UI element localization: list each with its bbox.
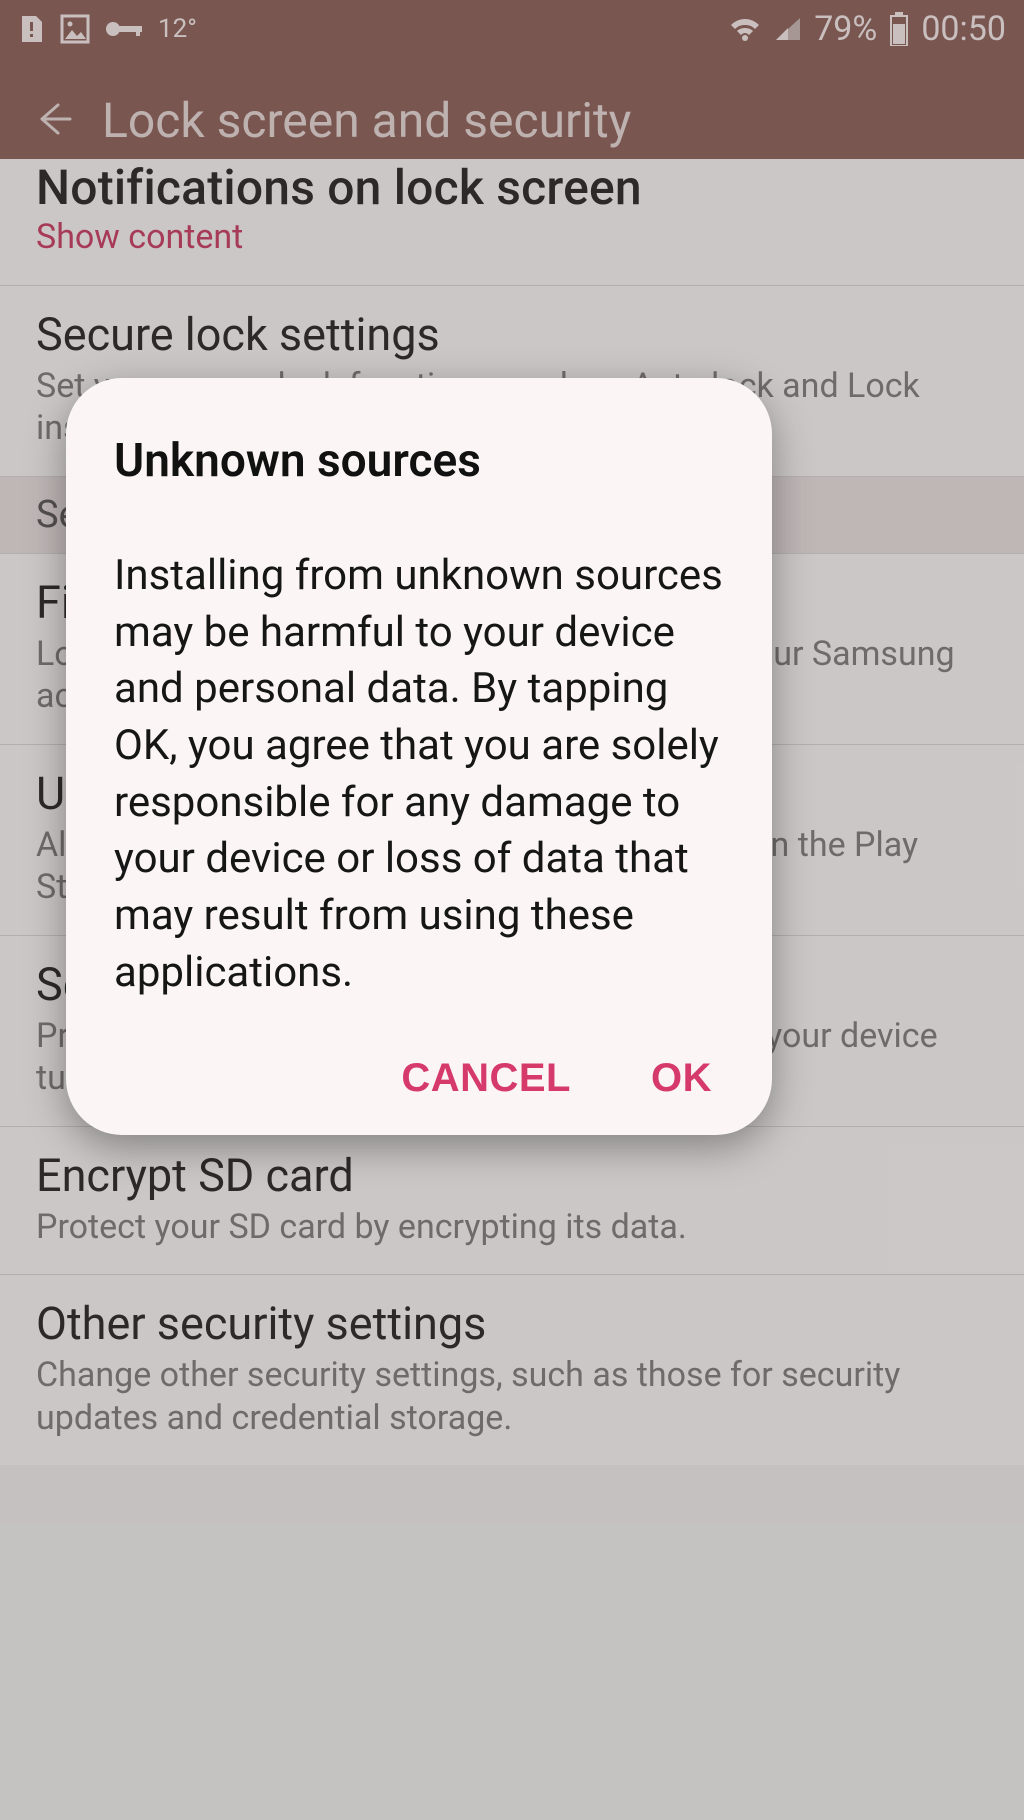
dialog-actions: CANCEL OK xyxy=(114,1056,724,1101)
page-title: Lock screen and security xyxy=(102,92,631,149)
settings-item-encrypt-sd[interactable]: Encrypt SD card Protect your SD card by … xyxy=(0,1127,1024,1276)
item-title: Secure lock settings xyxy=(36,308,988,361)
status-battery-percent: 79% xyxy=(814,9,877,49)
item-subtitle: Show content xyxy=(36,216,988,259)
sd-alert-icon xyxy=(18,14,46,44)
item-title: Other security settings xyxy=(36,1297,988,1350)
status-right: 79% 00:50 xyxy=(728,9,1006,49)
cancel-button[interactable]: CANCEL xyxy=(401,1056,571,1101)
status-bar: 12° 79% 00:50 xyxy=(0,0,1024,58)
item-title: Notifications on lock screen xyxy=(36,159,988,216)
battery-icon xyxy=(889,12,909,46)
settings-item-notifications-lockscreen[interactable]: Notifications on lock screen Show conten… xyxy=(0,159,1024,286)
status-temperature: 12° xyxy=(158,14,197,44)
settings-item-other-security[interactable]: Other security settings Change other sec… xyxy=(0,1275,1024,1465)
wifi-icon xyxy=(728,15,762,43)
item-subtitle: Change other security settings, such as … xyxy=(36,1354,988,1439)
back-arrow-icon[interactable] xyxy=(30,97,74,145)
status-clock: 00:50 xyxy=(921,9,1006,49)
image-icon xyxy=(60,14,90,44)
ok-button[interactable]: OK xyxy=(651,1056,712,1101)
item-subtitle: Protect your SD card by encrypting its d… xyxy=(36,1206,988,1249)
item-title: Encrypt SD card xyxy=(36,1149,988,1202)
dialog-title: Unknown sources xyxy=(114,434,724,488)
vpn-key-icon xyxy=(104,19,144,39)
dialog-unknown-sources: Unknown sources Installing from unknown … xyxy=(66,378,772,1135)
signal-icon xyxy=(774,16,802,42)
status-left: 12° xyxy=(18,14,197,44)
dialog-body-text: Installing from unknown sources may be h… xyxy=(114,548,724,1002)
